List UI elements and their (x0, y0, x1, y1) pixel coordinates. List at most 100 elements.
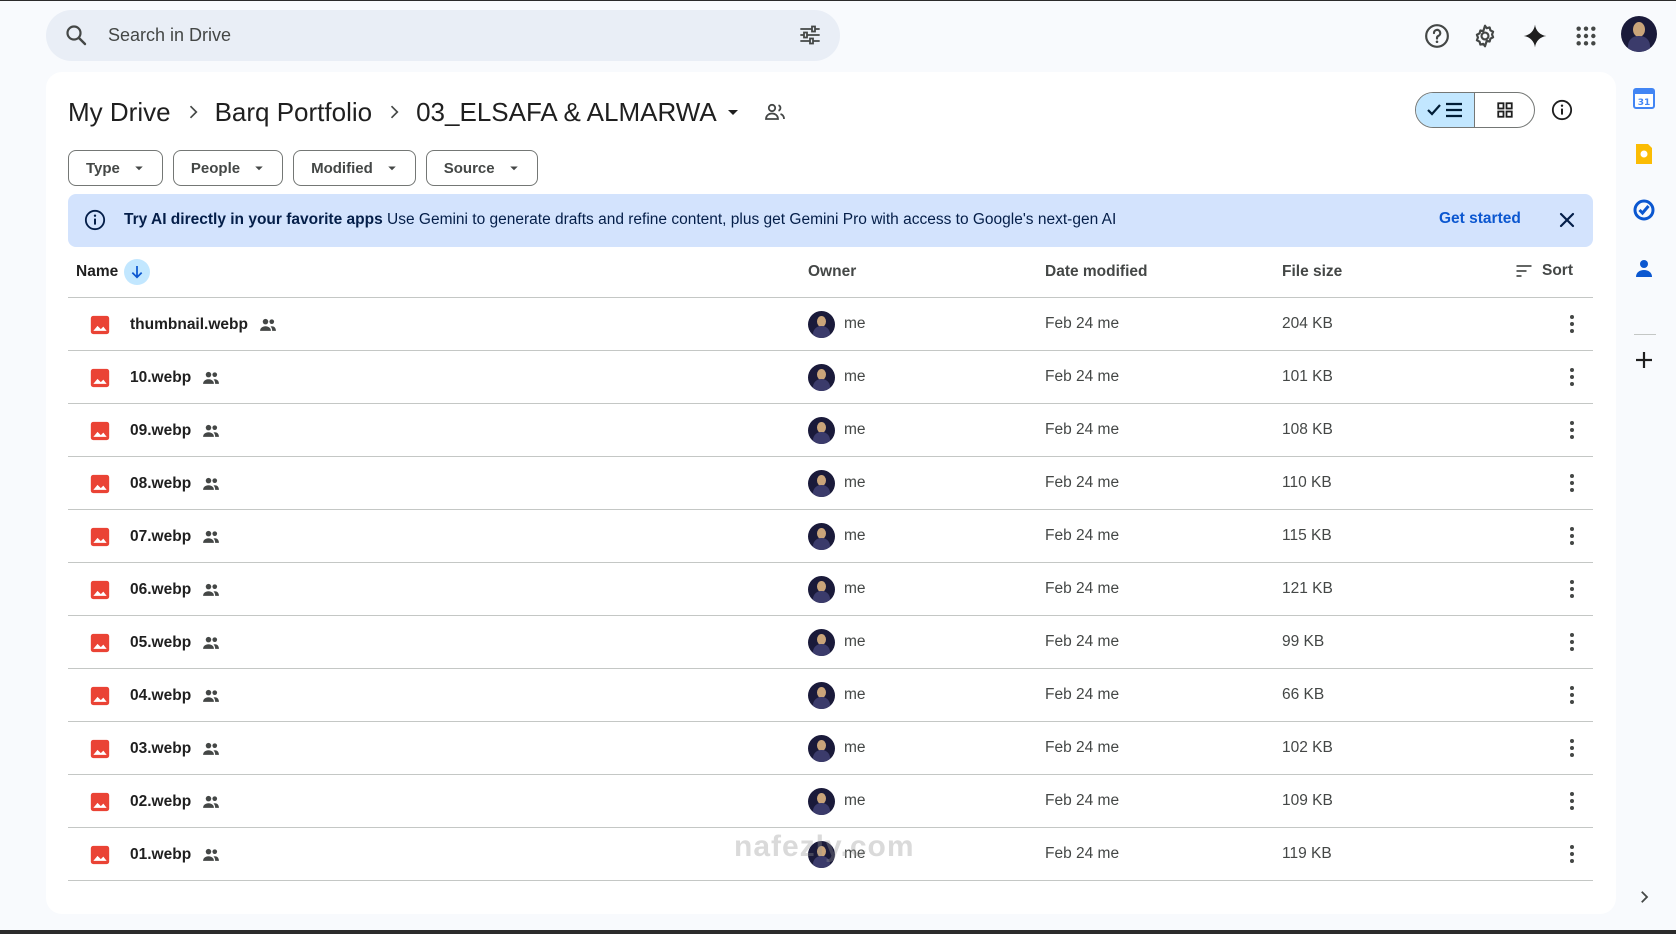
table-row[interactable]: thumbnail.webp me Feb 24 me 204 KB (68, 298, 1593, 351)
owner-name: me (844, 421, 866, 438)
owner-name: me (844, 368, 866, 385)
filter-source[interactable]: Source (425, 150, 538, 186)
avatar-body (813, 485, 830, 497)
shared-icon (203, 424, 220, 437)
owner-name: me (844, 633, 866, 650)
owner-avatar (808, 682, 835, 709)
table-row[interactable]: 08.webp me Feb 24 me 110 KB (68, 457, 1593, 510)
filter-modified[interactable]: Modified (293, 150, 416, 186)
current-folder-button[interactable]: 03_ELSAFA & ALMARWA (416, 97, 745, 128)
more-options-icon[interactable] (1560, 736, 1584, 760)
sort-icon (1516, 265, 1532, 277)
calendar-icon[interactable]: 31 (1632, 86, 1656, 110)
list-view-button[interactable] (1416, 93, 1476, 127)
filter-type[interactable]: Type (68, 150, 163, 186)
search-icon[interactable] (64, 23, 88, 47)
table-row[interactable]: 05.webp me Feb 24 me 99 KB (68, 616, 1593, 669)
file-name[interactable]: 01.webp (130, 845, 221, 865)
more-options-icon[interactable] (1560, 789, 1584, 813)
keep-icon[interactable] (1632, 142, 1656, 166)
table-row[interactable]: 02.webp me Feb 24 me 109 KB (68, 775, 1593, 828)
search-input[interactable] (108, 10, 768, 61)
account-avatar[interactable] (1621, 16, 1657, 52)
sort-direction-button[interactable] (124, 259, 151, 285)
file-name[interactable]: 02.webp (130, 792, 221, 812)
file-size: 99 KB (1282, 633, 1325, 650)
file-name[interactable]: 07.webp (130, 527, 221, 547)
sort-button[interactable]: Sort (1514, 261, 1573, 281)
help-button[interactable] (1417, 16, 1457, 56)
filter-people[interactable]: People (172, 150, 284, 186)
file-name[interactable]: 08.webp (130, 474, 221, 494)
breadcrumb-barq-portfolio[interactable]: Barq Portfolio (215, 97, 373, 128)
table-row[interactable]: 03.webp me Feb 24 me 102 KB (68, 722, 1593, 775)
owner-name: me (844, 315, 866, 332)
file-name[interactable]: 09.webp (130, 421, 221, 441)
more-options-icon[interactable] (1560, 842, 1584, 866)
file-name[interactable]: 03.webp (130, 739, 221, 759)
more-options-icon[interactable] (1560, 418, 1584, 442)
more-options-icon[interactable] (1560, 630, 1584, 654)
grid-view-button[interactable] (1475, 93, 1534, 127)
chevron-right-icon[interactable] (1635, 888, 1653, 906)
owner-avatar (808, 523, 835, 550)
check-list-icon (1427, 102, 1462, 118)
column-file-size[interactable]: File size (1282, 263, 1342, 281)
tasks-icon[interactable] (1632, 198, 1656, 222)
more-options-icon[interactable] (1560, 577, 1584, 601)
view-toggle (1415, 92, 1535, 128)
date-modified: Feb 24 me (1045, 527, 1120, 544)
table-row[interactable]: 06.webp me Feb 24 me 121 KB (68, 563, 1593, 616)
file-name[interactable]: 05.webp (130, 633, 221, 653)
owner-avatar (808, 788, 835, 815)
more-options-icon[interactable] (1560, 524, 1584, 548)
contacts-icon[interactable] (1632, 256, 1656, 280)
search-bar[interactable] (46, 10, 840, 61)
column-name[interactable]: Name (76, 259, 151, 285)
details-button[interactable] (1542, 90, 1582, 130)
svg-text:31: 31 (1638, 98, 1651, 108)
shared-icon (203, 583, 220, 596)
table-row[interactable]: 07.webp me Feb 24 me 115 KB (68, 510, 1593, 563)
close-icon[interactable] (1555, 208, 1579, 232)
gemini-button[interactable] (1515, 16, 1555, 56)
banner-title: Try AI directly in your favorite apps (124, 211, 383, 228)
more-options-icon[interactable] (1560, 683, 1584, 707)
settings-button[interactable] (1465, 16, 1505, 56)
add-icon[interactable] (1632, 348, 1656, 372)
shared-icon (203, 371, 220, 384)
banner-body: Use Gemini to generate drafts and refine… (387, 211, 1117, 228)
filter-label: Modified (311, 159, 373, 177)
image-file-icon (90, 845, 110, 865)
table-row[interactable]: 10.webp me Feb 24 me 101 KB (68, 351, 1593, 404)
shared-folder-icon[interactable] (763, 100, 787, 124)
owner-avatar (808, 311, 835, 338)
file-name[interactable]: thumbnail.webp (130, 315, 278, 335)
file-size: 204 KB (1282, 315, 1333, 332)
help-icon (1425, 24, 1449, 48)
date-modified: Feb 24 me (1045, 315, 1120, 332)
get-started-button[interactable]: Get started (1439, 210, 1521, 228)
file-name[interactable]: 04.webp (130, 686, 221, 706)
apps-button[interactable] (1566, 16, 1606, 56)
file-name[interactable]: 10.webp (130, 368, 221, 388)
file-name[interactable]: 06.webp (130, 580, 221, 600)
breadcrumb-separator (372, 92, 416, 132)
owner-avatar (808, 417, 835, 444)
search-options-icon[interactable] (798, 23, 822, 47)
shared-icon (260, 318, 276, 331)
image-file-icon (90, 421, 110, 441)
more-options-icon[interactable] (1560, 365, 1584, 389)
breadcrumb-my-drive[interactable]: My Drive (68, 97, 171, 128)
table-row[interactable]: 09.webp me Feb 24 me 108 KB (68, 404, 1593, 457)
column-date-modified[interactable]: Date modified (1045, 263, 1147, 281)
more-options-icon[interactable] (1560, 471, 1584, 495)
more-options-icon[interactable] (1560, 312, 1584, 336)
avatar-body (813, 697, 830, 709)
file-name-text: 01.webp (130, 846, 192, 863)
caret-down-icon (255, 166, 263, 171)
owner-name: me (844, 792, 866, 809)
file-size: 121 KB (1282, 580, 1333, 597)
main-panel: My Drive Barq Portfolio 03_ELSAFA & ALMA… (46, 72, 1616, 914)
table-row[interactable]: 04.webp me Feb 24 me 66 KB (68, 669, 1593, 722)
